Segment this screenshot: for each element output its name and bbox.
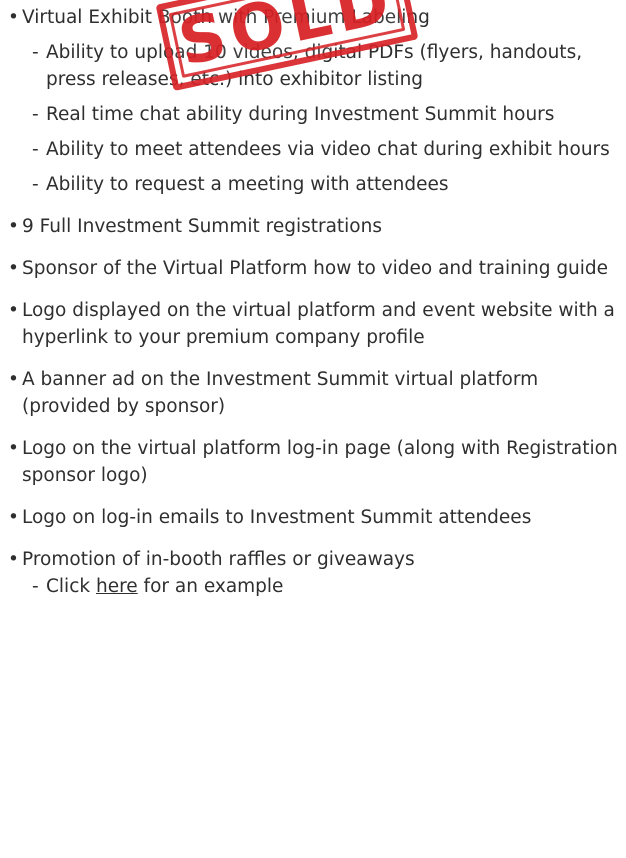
benefit-item-raffles: • Promotion of in-booth raffles or givea… [8, 546, 620, 573]
example-link[interactable]: here [96, 576, 138, 597]
dash-marker: - [32, 174, 39, 195]
benefit-text: Logo displayed on the virtual platform a… [22, 300, 615, 348]
benefit-text: Logo on log-in emails to Investment Summ… [22, 507, 532, 528]
bullet-marker: • [8, 507, 19, 528]
benefit-item-logo-website: • Logo displayed on the virtual platform… [8, 297, 620, 351]
benefit-item-login-emails: • Logo on log-in emails to Investment Su… [8, 504, 620, 531]
bullet-marker: • [8, 300, 19, 321]
sub-text-prefix: Click [46, 576, 96, 597]
bullet-marker: • [8, 438, 19, 459]
package-benefits-list: • Virtual Exhibit Booth with Premium Lab… [8, 4, 620, 600]
benefit-item-login-page: • Logo on the virtual platform log-in pa… [8, 435, 620, 489]
sub-text: Real time chat ability during Investment… [46, 104, 555, 125]
bullet-marker: • [8, 7, 19, 28]
benefit-item-registrations: • 9 Full Investment Summit registrations [8, 213, 620, 240]
benefit-item-training-guide: • Sponsor of the Virtual Platform how to… [8, 255, 620, 282]
dash-marker: - [32, 576, 39, 597]
bullet-marker: • [8, 216, 19, 237]
dash-marker: - [32, 104, 39, 125]
benefit-item-banner-ad: • A banner ad on the Investment Summit v… [8, 366, 620, 420]
sub-item-example-link: - Click here for an example [8, 573, 620, 600]
sub-text: Ability to meet attendees via video chat… [46, 139, 610, 160]
benefit-text: Sponsor of the Virtual Platform how to v… [22, 258, 609, 279]
benefit-text: 9 Full Investment Summit registrations [22, 216, 382, 237]
bullet-marker: • [8, 549, 19, 570]
benefit-text: A banner ad on the Investment Summit vir… [22, 369, 539, 417]
sub-item-chat: - Real time chat ability during Investme… [8, 101, 620, 128]
sub-text: Ability to request a meeting with attend… [46, 174, 449, 195]
sub-text-suffix: for an example [137, 576, 284, 597]
sub-item-meeting: - Ability to request a meeting with atte… [8, 171, 620, 198]
benefit-text: Promotion of in-booth raffles or giveawa… [22, 549, 415, 570]
sub-item-video-chat: - Ability to meet attendees via video ch… [8, 136, 620, 163]
dash-marker: - [32, 139, 39, 160]
bullet-marker: • [8, 369, 19, 390]
benefit-text: Logo on the virtual platform log-in page… [22, 438, 618, 486]
dash-marker: - [32, 42, 39, 63]
bullet-marker: • [8, 258, 19, 279]
